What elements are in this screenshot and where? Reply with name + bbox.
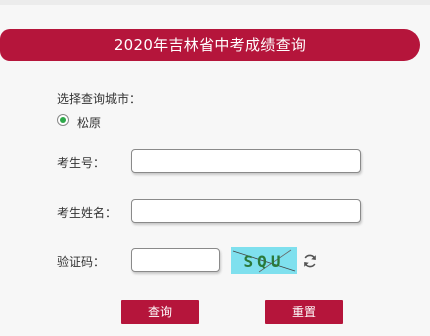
- exam-number-label: 考生号：: [57, 156, 106, 170]
- radio-selected-dot: [60, 117, 66, 123]
- captcha-input[interactable]: [131, 248, 220, 272]
- refresh-captcha-button[interactable]: [302, 253, 318, 269]
- captcha-text: SQU: [244, 252, 285, 271]
- page-title: 2020年吉林省中考成绩查询: [0, 29, 420, 61]
- city-radio-songyuan[interactable]: [57, 114, 69, 126]
- reset-button[interactable]: 重置: [265, 300, 343, 324]
- captcha-image[interactable]: SQU: [231, 247, 297, 274]
- captcha-graphic: SQU: [232, 249, 296, 273]
- top-strip: [0, 0, 430, 5]
- query-button[interactable]: 查询: [121, 300, 199, 324]
- city-option-label[interactable]: 松原: [77, 114, 101, 131]
- student-name-input[interactable]: [131, 199, 361, 223]
- exam-number-input[interactable]: [131, 149, 361, 173]
- captcha-label: 验证码：: [57, 255, 106, 269]
- refresh-icon: [304, 254, 316, 268]
- city-select-label: 选择查询城市：: [57, 92, 142, 106]
- student-name-label: 考生姓名：: [57, 206, 118, 220]
